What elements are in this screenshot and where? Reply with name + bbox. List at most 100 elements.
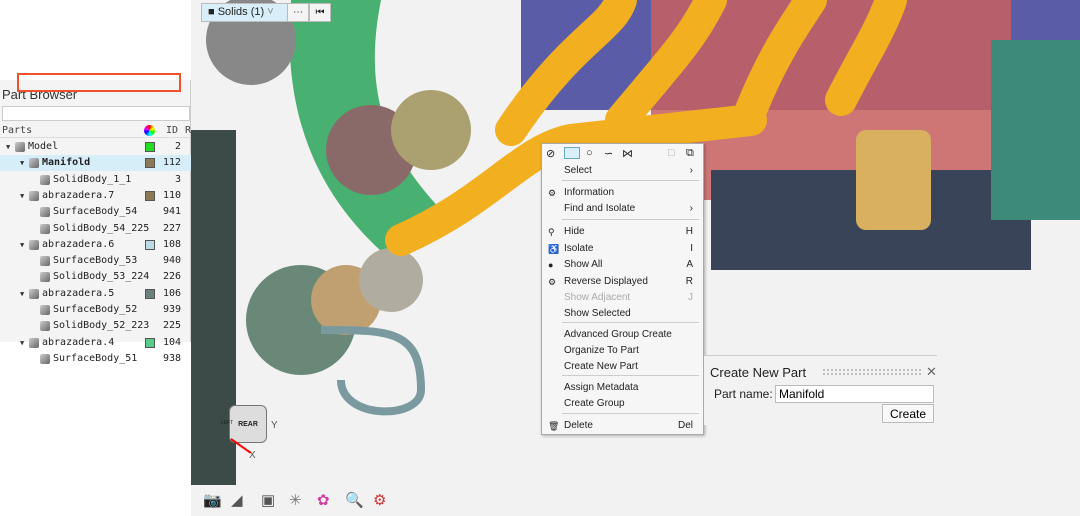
part-name-input[interactable] bbox=[775, 385, 934, 403]
row-label: abrazadera.7 bbox=[42, 189, 115, 201]
collapse-button[interactable]: ⏮ bbox=[309, 3, 331, 22]
no-select-icon[interactable]: ⊘ bbox=[546, 147, 555, 160]
menu-item-show-adjacent[interactable]: Show Adjacent J bbox=[542, 290, 703, 306]
menu-item-label: Information bbox=[564, 187, 615, 198]
menu-item-information[interactable]: ⚙ Information bbox=[542, 185, 703, 201]
surface-icon bbox=[40, 256, 50, 267]
column-id[interactable]: ID bbox=[166, 125, 178, 136]
tree-row[interactable]: SurfaceBody_51 938 bbox=[0, 351, 191, 367]
menu-item-shortcut: Del bbox=[677, 420, 693, 431]
column-parts[interactable]: Parts bbox=[2, 125, 32, 136]
menu-item-organize-to-part[interactable]: Organize To Part bbox=[542, 343, 703, 359]
color-swatch[interactable] bbox=[145, 190, 155, 201]
expand-arrow-icon[interactable]: ▼ bbox=[20, 188, 24, 204]
expand-arrow-icon[interactable]: ▼ bbox=[20, 335, 24, 351]
menu-item-hide[interactable]: ⚲ Hide H bbox=[542, 224, 703, 240]
tree-row[interactable]: SurfaceBody_52 939 bbox=[0, 302, 191, 318]
surface-icon[interactable]: ◢ bbox=[231, 491, 243, 509]
circle-select-icon[interactable]: ○ bbox=[586, 147, 593, 159]
isolate-icon: ♿ bbox=[548, 244, 560, 254]
tree-row[interactable]: SolidBody_52_223 225 bbox=[0, 318, 191, 334]
tree-header: Parts ID R bbox=[0, 124, 191, 138]
create-button[interactable]: Create bbox=[882, 404, 934, 423]
row-label: Model bbox=[28, 141, 59, 152]
menu-item-advanced-group-create[interactable]: Advanced Group Create bbox=[542, 327, 703, 343]
square-icon[interactable]: □ bbox=[668, 147, 675, 159]
menu-item-find-and-isolate[interactable]: Find and Isolate › bbox=[542, 201, 703, 217]
color-swatch[interactable] bbox=[145, 142, 155, 152]
box-select-icon[interactable] bbox=[564, 147, 580, 159]
menu-separator bbox=[562, 180, 699, 181]
solid-icon bbox=[40, 272, 50, 283]
row-id: 112 bbox=[162, 157, 181, 169]
row-label: SolidBody_54_225 bbox=[53, 222, 150, 234]
section-icon[interactable]: ⚙ bbox=[373, 491, 386, 509]
radiator bbox=[191, 130, 236, 500]
solid-icon bbox=[40, 174, 50, 185]
part-icon bbox=[29, 239, 39, 250]
tree-row[interactable]: ▼ abrazadera.6 108 bbox=[0, 237, 191, 253]
view-cube-face[interactable]: REAR bbox=[238, 421, 258, 428]
menu-item-show-all[interactable]: ● Show All A bbox=[542, 257, 703, 273]
row-label: SolidBody_53_224 bbox=[53, 271, 150, 283]
menu-item-reverse-displayed[interactable]: ⚙ Reverse Displayed R bbox=[542, 274, 703, 290]
tree-row[interactable]: ▼ abrazadera.7 110 bbox=[0, 188, 191, 204]
menu-separator bbox=[562, 375, 699, 376]
menu-item-select[interactable]: Select › bbox=[542, 163, 703, 179]
polygon-select-icon[interactable]: ⋈ bbox=[622, 147, 633, 160]
search-input[interactable] bbox=[2, 106, 190, 121]
tree-row[interactable]: SurfaceBody_54 941 bbox=[0, 204, 191, 220]
freehand-select-icon[interactable]: ∽ bbox=[604, 147, 613, 160]
menu-item-isolate[interactable]: ♿ Isolate I bbox=[542, 241, 703, 257]
menu-separator bbox=[562, 322, 699, 323]
tree-row[interactable]: SurfaceBody_53 940 bbox=[0, 253, 191, 269]
view-cube[interactable]: REAR bbox=[229, 405, 267, 443]
color-swatch[interactable] bbox=[145, 288, 155, 299]
expand-arrow-icon[interactable]: ▼ bbox=[20, 155, 24, 171]
cube-icon[interactable]: ▣ bbox=[261, 491, 275, 509]
tree-row[interactable]: SolidBody_1_1 3 bbox=[0, 172, 191, 188]
axes-icon[interactable]: ✳ bbox=[289, 491, 302, 509]
tree-row[interactable]: ▼ Manifold 112 bbox=[0, 155, 191, 172]
drag-handle[interactable] bbox=[822, 368, 922, 376]
menu-item-show-selected[interactable]: Show Selected bbox=[542, 306, 703, 322]
surface-icon bbox=[40, 207, 50, 218]
menu-item-label: Hide bbox=[564, 226, 585, 237]
more-options-button[interactable]: ⋯ bbox=[287, 3, 309, 22]
color-swatch[interactable] bbox=[145, 337, 155, 348]
tree-row[interactable]: ▼ Model 2 bbox=[0, 139, 191, 155]
menu-item-shortcut: A bbox=[686, 259, 693, 270]
color-palette-icon[interactable]: ✿ bbox=[317, 491, 330, 509]
color-swatch[interactable] bbox=[145, 158, 155, 169]
tree-row[interactable]: ▼ abrazadera.5 106 bbox=[0, 286, 191, 302]
row-id: 941 bbox=[162, 206, 181, 218]
menu-item-label: Assign Metadata bbox=[564, 382, 639, 393]
expand-arrow-icon[interactable]: ▼ bbox=[6, 139, 10, 155]
solid-icon bbox=[40, 321, 50, 332]
color-wheel-icon[interactable] bbox=[144, 125, 155, 136]
model-icon bbox=[15, 142, 25, 152]
menu-item-assign-metadata[interactable]: Assign Metadata bbox=[542, 380, 703, 396]
menu-item-label: Create New Part bbox=[564, 361, 638, 372]
tree-row[interactable]: SolidBody_54_225 227 bbox=[0, 221, 191, 237]
menu-item-delete[interactable]: 🗑 Delete Del bbox=[542, 418, 703, 434]
close-icon[interactable]: ✕ bbox=[926, 364, 937, 380]
entity-selector-dropdown[interactable]: ■ Solids (1) ˅ bbox=[201, 3, 288, 22]
menu-item-label: Find and Isolate bbox=[564, 203, 636, 214]
expand-arrow-icon[interactable]: ▼ bbox=[20, 237, 24, 253]
color-swatch[interactable] bbox=[145, 239, 155, 250]
context-menu: ⊘ ○ ∽ ⋈ □ ⧉ Select › ⚙ Information Find and … bbox=[541, 143, 704, 435]
chevron-down-icon: ˅ bbox=[267, 6, 274, 18]
copy-icon[interactable]: ⧉ bbox=[686, 147, 694, 160]
row-label: SolidBody_52_223 bbox=[53, 320, 150, 332]
expand-arrow-icon[interactable]: ▼ bbox=[20, 286, 24, 302]
zoom-icon[interactable]: 🔍 bbox=[345, 491, 364, 509]
row-label: abrazadera.6 bbox=[42, 238, 115, 250]
menu-item-create-new-part[interactable]: Create New Part bbox=[542, 359, 703, 375]
row-id: 108 bbox=[162, 238, 181, 250]
menu-item-create-group[interactable]: Create Group bbox=[542, 396, 703, 412]
row-label: SolidBody_1_1 bbox=[53, 173, 132, 185]
tree-row[interactable]: ▼ abrazadera.4 104 bbox=[0, 335, 191, 351]
camera-icon[interactable]: 📷 bbox=[203, 491, 222, 509]
tree-row[interactable]: SolidBody_53_224 226 bbox=[0, 269, 191, 285]
